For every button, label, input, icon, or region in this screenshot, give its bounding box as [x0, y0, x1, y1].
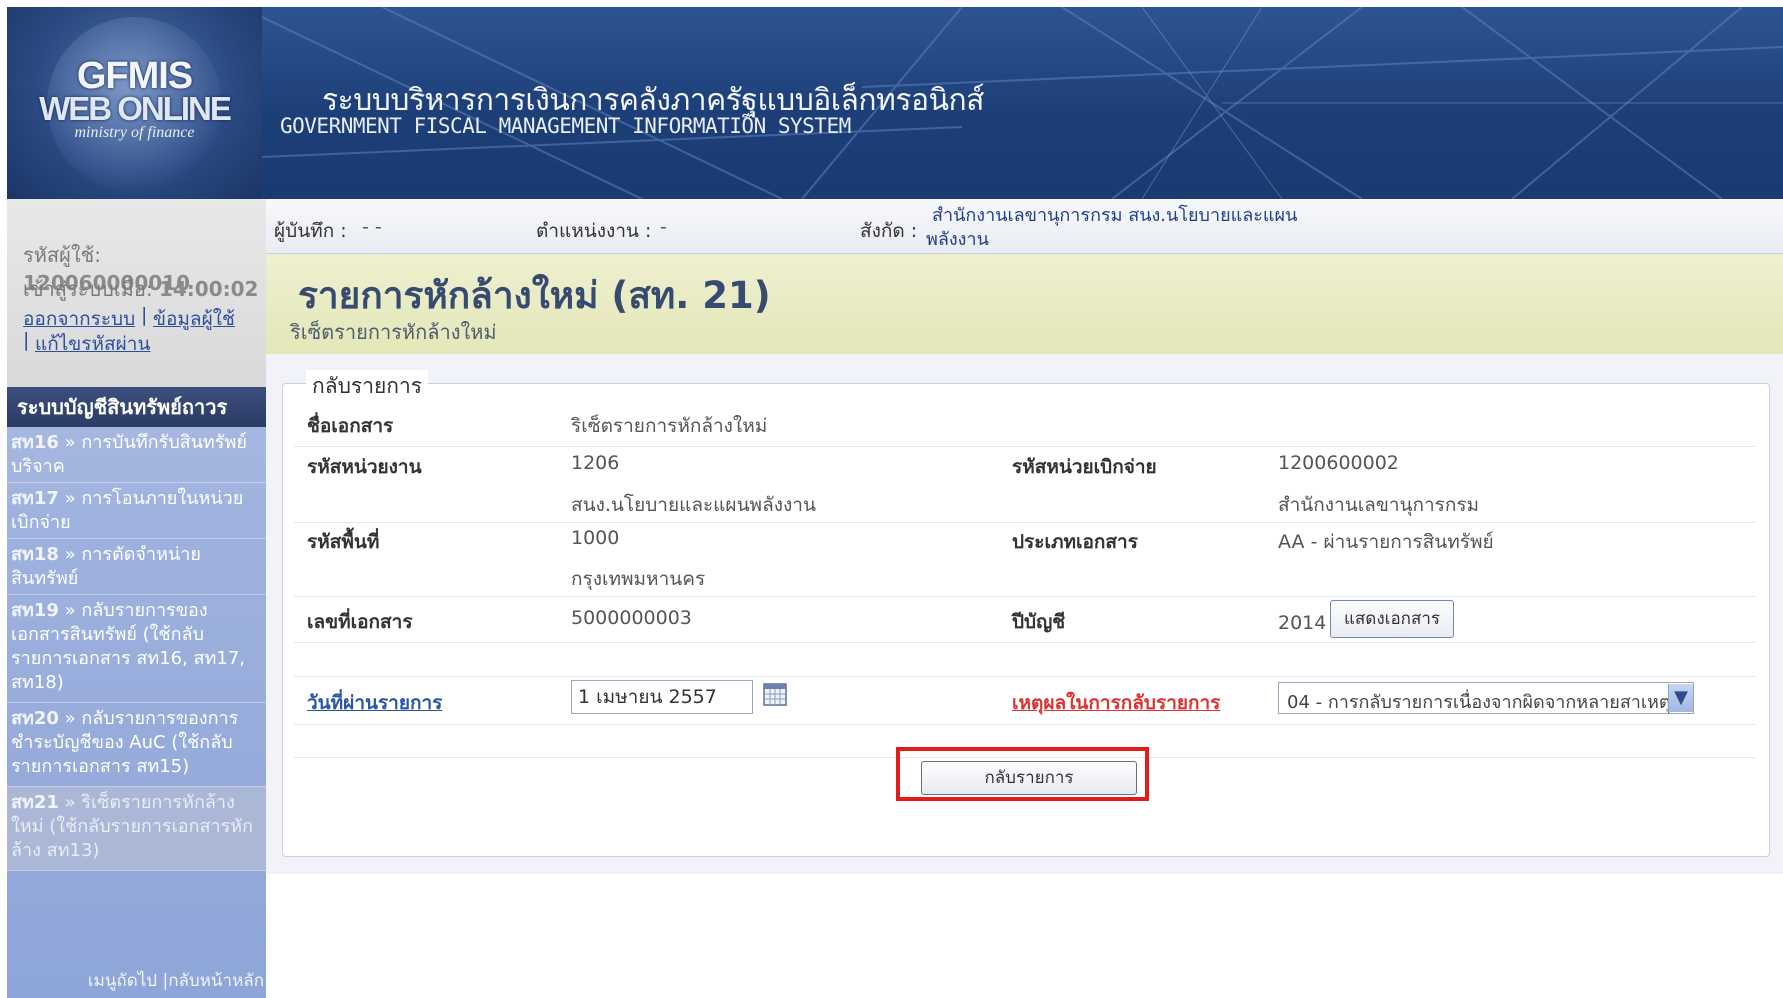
doc-type-label: ประเภทเอกสาร — [1012, 531, 1138, 553]
menu-code: สท20 — [11, 708, 59, 729]
doc-type-value: AA - ผ่านรายการสินทรัพย์ — [1278, 531, 1494, 553]
doc-no-label: เลขที่เอกสาร — [307, 611, 413, 633]
posting-date-input[interactable] — [571, 680, 753, 714]
revert-button[interactable]: กลับรายการ — [921, 761, 1137, 795]
row-divider — [294, 676, 1756, 677]
fiscal-year-value: 2014 — [1278, 612, 1327, 634]
sidebar-bottom-nav[interactable]: เมนูถัดไป |กลับหน้าหลัก — [7, 964, 266, 998]
sidebar-item-st17[interactable]: สท17 » การโอนภายในหน่วยเบิกจ่าย — [7, 483, 266, 539]
user-id-label: รหัสผู้ใช้: — [23, 243, 101, 267]
area-code-value: 1000 — [571, 527, 620, 549]
login-time-row: เข้าสู่ระบบเมื่อ: 14:00:02 — [23, 273, 258, 305]
agency-code-value: 1206 — [571, 452, 620, 474]
menu-code: สท17 — [11, 488, 59, 509]
disburse-unit-value: 1200600002 — [1278, 452, 1399, 474]
user-panel: รหัสผู้ใช้: 120060000010 เข้าสู่ระบบเมื่… — [7, 199, 266, 387]
agency-code-label: รหัสหน่วยงาน — [307, 456, 422, 478]
doc-no-value: 5000000003 — [571, 607, 692, 629]
system-title-en: GOVERNMENT FISCAL MANAGEMENT INFORMATION… — [280, 114, 851, 138]
sidebar-item-st16[interactable]: สท16 » การบันทึกรับสินทรัพย์บริจาค — [7, 427, 266, 483]
page-subtitle: ริเซ็ตรายการหักล้างใหม่ — [290, 320, 497, 344]
position-value: - — [660, 216, 667, 238]
area-name-value: กรุงเทพมหานคร — [571, 568, 706, 590]
affiliation-line2: พลังงาน — [926, 229, 989, 250]
row-divider — [294, 596, 1756, 597]
sidebar-item-st21[interactable]: สท21 » ริเซ็ตรายการหักล้างใหม่ (ใช้กลับร… — [7, 787, 266, 871]
logo-ministry-text: ministry of finance — [74, 124, 195, 141]
show-document-button[interactable]: แสดงเอกสาร — [1330, 600, 1454, 638]
posting-date-label[interactable]: วันที่ผ่านรายการ — [307, 688, 442, 718]
menu-code: สท21 — [11, 792, 59, 813]
sidebar-item-st19[interactable]: สท19 » กลับรายการของเอกสารสินทรัพย์ (ใช้… — [7, 595, 266, 703]
row-divider — [294, 724, 1756, 725]
link-separator: | — [23, 329, 30, 351]
sidebar-item-st18[interactable]: สท18 » การตัดจำหน่ายสินทรัพย์ — [7, 539, 266, 595]
disburse-unit-label: รหัสหน่วยเบิกจ่าย — [1012, 456, 1157, 478]
login-time-value: 14:00:02 — [158, 277, 259, 301]
user-info-bar: ผู้บันทึก : - - ตำแหน่งงาน : - สังกัด : … — [266, 199, 1783, 254]
row-divider — [294, 522, 1756, 523]
row-divider — [294, 642, 1756, 643]
link-separator: | — [141, 304, 148, 326]
header-banner: ระบบบริหารการเงินการคลังภาครัฐแบบอิเล็กท… — [262, 7, 1783, 199]
reason-select[interactable]: 04 - การกลับรายการเนื่องจากผิดจากหลายสาเ… — [1278, 682, 1694, 714]
recorder-label: ผู้บันทึก : — [274, 220, 347, 242]
menu-code: สท19 — [11, 600, 59, 621]
calendar-icon[interactable] — [763, 682, 787, 706]
doc-name-label: ชื่อเอกสาร — [307, 415, 394, 437]
logo-web-online-text: WEB ONLINE — [39, 90, 232, 127]
gfmis-logo: GFMIS WEB ONLINE ministry of finance — [7, 7, 262, 199]
menu-code: สท16 — [11, 432, 59, 453]
agency-name-value: สนง.นโยบายและแผนพลังงาน — [571, 494, 816, 516]
position-label: ตำแหน่งงาน : — [536, 220, 652, 242]
disburse-unit-name: สำนักงานเลขานุการกรม — [1278, 494, 1480, 516]
recorder-value: - - — [362, 216, 382, 238]
page-title-area: รายการหักล้างใหม่ (สท. 21) ริเซ็ตรายการห… — [266, 254, 1783, 354]
login-time-label: เข้าสู่ระบบเมื่อ: — [23, 277, 153, 301]
row-divider — [294, 446, 1756, 447]
sidebar-item-st20[interactable]: สท20 » กลับรายการของการชำระบัญชีของ AuC … — [7, 703, 266, 787]
affiliation-label: สังกัด : — [860, 220, 918, 242]
sidebar-system-title: ระบบบัญชีสินทรัพย์ถาวร — [7, 387, 266, 427]
menu-code: สท18 — [11, 544, 59, 565]
left-sidebar: รหัสผู้ใช้: 120060000010 เข้าสู่ระบบเมื่… — [7, 199, 266, 998]
fieldset-legend: กลับรายการ — [306, 370, 429, 403]
doc-name-value: ริเซ็ตรายการหักล้างใหม่ — [571, 415, 768, 437]
affiliation-line1: สำนักงานเลขานุการกรม สนง.นโยบายและแผน — [932, 205, 1298, 226]
change-password-link[interactable]: แก้ไขรหัสผ่าน — [35, 329, 150, 359]
reason-label[interactable]: เหตุผลในการกลับรายการ — [1012, 688, 1220, 718]
user-info-link[interactable]: ข้อมูลผู้ใช้ — [153, 304, 235, 334]
area-code-label: รหัสพื้นที่ — [307, 531, 380, 553]
fiscal-year-label: ปีบัญชี — [1012, 611, 1066, 633]
chevron-down-icon[interactable]: ▼ — [1668, 684, 1693, 712]
